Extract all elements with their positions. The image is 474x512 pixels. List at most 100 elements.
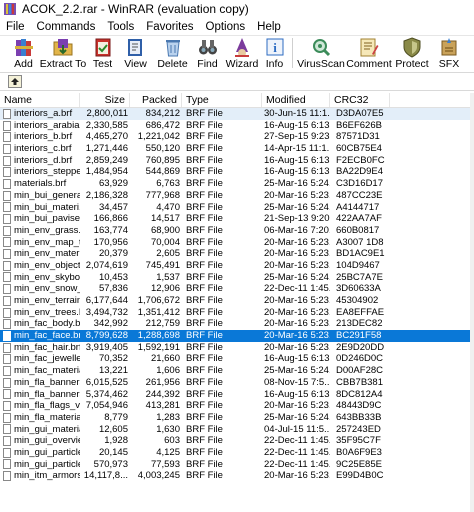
- file-row[interactable]: min_gui_particle... 20,145 4,125 BRF File 22…: [0, 447, 474, 459]
- protect-button[interactable]: Protect: [392, 36, 432, 70]
- file-name-cell: min_env_grass.brf: [0, 225, 80, 237]
- file-row[interactable]: min_env_map_tr... 170,956 70,004 BRF File 20…: [0, 237, 474, 249]
- menu-options[interactable]: Options: [200, 21, 252, 33]
- sfx-button[interactable]: SFX: [432, 36, 466, 70]
- file-row[interactable]: min_fla_flags_ve... 7,054,946 413,281 BRF F…: [0, 400, 474, 412]
- add-button[interactable]: Add: [9, 36, 38, 70]
- file-size-cell: 2,330,585: [85, 119, 128, 131]
- delete-button[interactable]: Delete: [154, 36, 191, 70]
- menu-tools[interactable]: Tools: [101, 21, 140, 33]
- file-row[interactable]: min_fac_materia... 13,221 1,606 BRF File 25-…: [0, 365, 474, 377]
- extract-to-button[interactable]: Extract To: [38, 36, 88, 70]
- view-book-icon: [127, 39, 142, 56]
- file-row[interactable]: min_fac_hair.brf 3,919,405 1,592,191 BRF Fi…: [0, 342, 474, 354]
- file-packed-cell: 14,517: [150, 213, 180, 225]
- file-row[interactable]: min_fac_body.brf 342,992 212,759 BRF File 20…: [0, 318, 474, 330]
- wizard-button[interactable]: Wizard: [224, 36, 260, 70]
- file-size-cell: 20,379: [98, 248, 128, 260]
- file-icon: [3, 237, 11, 248]
- file-size-cell: 2,074,619: [85, 259, 128, 271]
- file-size-cell: 1,484,954: [85, 166, 128, 178]
- file-packed-cell: 686,472: [145, 119, 180, 131]
- column-header-name[interactable]: Name: [0, 93, 80, 107]
- file-icon: [3, 424, 11, 435]
- find-button[interactable]: Find: [191, 36, 224, 70]
- file-row[interactable]: min_fac_jeweller... 70,352 21,660 BRF File 1…: [0, 353, 474, 365]
- file-row[interactable]: materials.brf 63,929 6,763 BRF File 25-Mar-1…: [0, 178, 474, 190]
- file-row[interactable]: min_fla_banners... 6,015,525 261,956 BRF Fi…: [0, 377, 474, 389]
- file-row[interactable]: interiors_d.brf 2,859,249 760,895 BRF File 1…: [0, 155, 474, 167]
- file-name-cell: min_env_trees.brf: [0, 307, 80, 319]
- file-icon: [3, 436, 11, 447]
- file-name-text: min_env_terrain...: [14, 295, 80, 306]
- file-row-selected[interactable]: min_fac_face.brf 8,799,628 1,288,698 BRF Fi…: [0, 330, 474, 342]
- file-row[interactable]: interiors_a.brf 2,800,011 834,212 BRF File 3…: [0, 108, 474, 120]
- file-name-cell: min_gui_materia...: [0, 424, 80, 436]
- column-header-crc32[interactable]: CRC32: [330, 93, 390, 107]
- file-row[interactable]: min_itm_armors...14,117,8... 4,003,245 BRF…: [0, 470, 474, 482]
- menu-file[interactable]: File: [0, 21, 31, 33]
- comment-button[interactable]: Comment: [346, 36, 392, 70]
- file-row[interactable]: interiors_c.brf 1,271,446 550,120 BRF File 1…: [0, 143, 474, 155]
- file-row[interactable]: min_bui_pavise... 166,866 14,517 BRF File 21…: [0, 213, 474, 225]
- file-row[interactable]: min_env_snow_t... 57,836 12,906 BRF File 22-…: [0, 283, 474, 295]
- file-modified-cell: 06-Mar-16 7:20...: [264, 224, 330, 236]
- file-type-cell: BRF File: [186, 353, 223, 365]
- file-row[interactable]: min_bui_materi... 34,457 4,470 BRF File 25-M…: [0, 202, 474, 214]
- file-row[interactable]: min_gui_materia... 12,605 1,630 BRF File 04-…: [0, 424, 474, 436]
- file-crc-cell: BD1AC9E1: [336, 248, 385, 260]
- virusscan-button[interactable]: VirusScan: [296, 36, 346, 70]
- file-row[interactable]: min_env_terrain... 6,177,644 1,706,672 BRF …: [0, 295, 474, 307]
- vertical-scrollbar[interactable]: [470, 93, 474, 512]
- file-type-cell: BRF File: [186, 154, 223, 166]
- file-row[interactable]: min_env_object... 2,074,619 745,491 BRF Fil…: [0, 260, 474, 272]
- column-header-type[interactable]: Type: [182, 93, 262, 107]
- file-crc-cell: 487CC23E: [336, 189, 383, 201]
- file-row[interactable]: min_gui_particle... 570,973 77,593 BRF File…: [0, 459, 474, 471]
- file-name-text: min_fac_jeweller...: [14, 353, 80, 365]
- file-row[interactable]: min_env_skybox... 10,453 1,537 BRF File 25-M…: [0, 272, 474, 284]
- menu-favorites[interactable]: Favorites: [140, 21, 199, 33]
- column-header-packed[interactable]: Packed: [130, 93, 182, 107]
- file-modified-cell: 20-Mar-16 5:23...: [264, 306, 330, 318]
- file-crc-cell: 25BC7A7E: [336, 271, 384, 283]
- file-packed-cell: 745,491: [145, 259, 180, 271]
- file-modified-cell: 20-Mar-16 5:23...: [264, 259, 330, 271]
- menu-bar: File Commands Tools Favorites Options He…: [0, 18, 474, 36]
- file-modified-cell: 20-Mar-16 5:23...: [264, 248, 330, 260]
- file-type-cell: BRF File: [186, 236, 223, 248]
- file-row[interactable]: min_env_grass.brf 163,774 68,900 BRF File 06…: [0, 225, 474, 237]
- file-row[interactable]: interiors_b.brf 4,465,270 1,221,042 BRF Fil…: [0, 131, 474, 143]
- column-header-size[interactable]: Size: [80, 93, 130, 107]
- file-size-cell: 14,117,8...: [83, 470, 128, 482]
- comment-icon: [360, 38, 379, 57]
- test-button[interactable]: Test: [88, 36, 117, 70]
- view-button[interactable]: View: [117, 36, 154, 70]
- menu-help[interactable]: Help: [251, 21, 287, 33]
- file-row[interactable]: interiors_steppe... 1,484,954 544,869 BRF F…: [0, 166, 474, 178]
- file-name-text: min_env_object...: [14, 259, 80, 271]
- file-row[interactable]: min_env_trees.brf 3,494,732 1,351,412 BRF F…: [0, 307, 474, 319]
- file-name-text: min_fac_body.brf: [14, 318, 80, 330]
- file-size-cell: 166,866: [93, 213, 128, 225]
- file-crc-cell: 213DEC82: [336, 318, 383, 330]
- file-row[interactable]: min_fla_banners... 5,374,462 244,392 BRF Fi…: [0, 389, 474, 401]
- file-name-cell: min_fac_materia...: [0, 365, 80, 377]
- file-modified-cell: 20-Mar-16 5:23...: [264, 470, 330, 482]
- file-name-text: min_bui_pavise...: [14, 213, 80, 225]
- file-crc-cell: C3D16D17: [336, 178, 383, 190]
- up-folder-button[interactable]: [8, 75, 22, 88]
- column-header-modified[interactable]: Modified: [262, 93, 330, 107]
- file-row[interactable]: min_bui_general... 2,186,328 777,968 BRF Fi…: [0, 190, 474, 202]
- file-icon: [3, 295, 11, 306]
- file-row[interactable]: interiors_arabian... 2,330,585 686,472 BRF …: [0, 120, 474, 132]
- info-button[interactable]: i Info: [260, 36, 289, 70]
- file-icon: [3, 214, 11, 225]
- file-row[interactable]: min_gui_overvie... 1,928 603 BRF File 22-Dec…: [0, 435, 474, 447]
- file-packed-cell: 550,120: [145, 143, 180, 155]
- menu-commands[interactable]: Commands: [31, 21, 102, 33]
- file-packed-cell: 413,281: [145, 400, 180, 412]
- file-name-text: min_gui_overvie...: [14, 435, 80, 447]
- file-row[interactable]: min_env_materi... 20,379 2,605 BRF File 20-M…: [0, 248, 474, 260]
- file-row[interactable]: min_fla_material... 8,779 1,283 BRF File 25-…: [0, 412, 474, 424]
